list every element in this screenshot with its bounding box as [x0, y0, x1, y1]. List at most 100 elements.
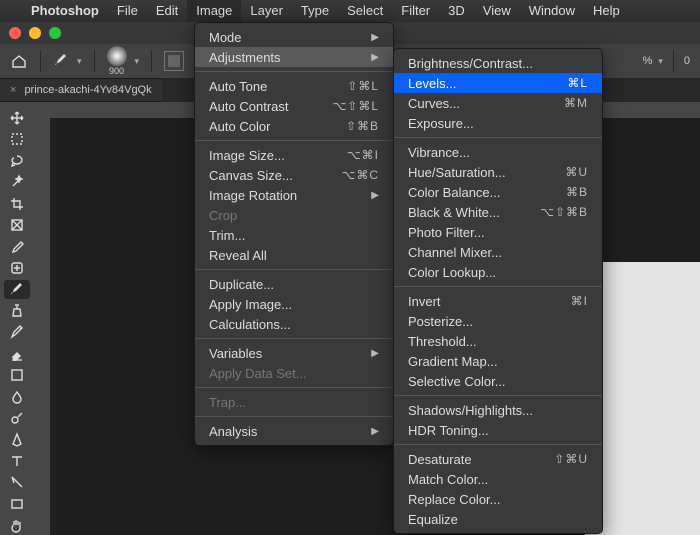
- shortcut-label: ⌘B: [566, 185, 588, 199]
- menu-filter[interactable]: Filter: [392, 0, 439, 22]
- adjust-menu-exposure[interactable]: Exposure...: [394, 113, 602, 133]
- tool-move[interactable]: [4, 108, 30, 127]
- menu-item-label: Levels...: [408, 76, 543, 91]
- menu-help[interactable]: Help: [584, 0, 629, 22]
- menu-item-label: Image Size...: [209, 148, 323, 163]
- tool-rectangle[interactable]: [4, 494, 30, 513]
- tool-dodge[interactable]: [4, 408, 30, 427]
- image-menu-auto-tone[interactable]: Auto Tone⇧⌘L: [195, 76, 393, 96]
- tool-lasso[interactable]: [4, 151, 30, 170]
- menu-window[interactable]: Window: [520, 0, 584, 22]
- tool-gradient[interactable]: [4, 365, 30, 384]
- eyedropper-icon: [9, 238, 25, 254]
- gradient-icon: [9, 367, 25, 383]
- adjust-menu-replace-color[interactable]: Replace Color...: [394, 489, 602, 509]
- menu-layer[interactable]: Layer: [241, 0, 292, 22]
- image-menu-trim[interactable]: Trim...: [195, 225, 393, 245]
- adjust-menu-desaturate[interactable]: Desaturate⇧⌘U: [394, 449, 602, 469]
- pen-icon: [9, 432, 25, 448]
- image-menu-variables[interactable]: Variables▶: [195, 343, 393, 363]
- adjust-menu-hdr-toning[interactable]: HDR Toning...: [394, 420, 602, 440]
- tool-history-brush[interactable]: [4, 323, 30, 342]
- adjust-menu-equalize[interactable]: Equalize: [394, 509, 602, 529]
- history-brush-icon: [9, 324, 25, 340]
- submenu-arrow-icon: ▶: [371, 32, 379, 43]
- tool-blur[interactable]: [4, 387, 30, 406]
- image-menu-auto-contrast[interactable]: Auto Contrast⌥⇧⌘L: [195, 96, 393, 116]
- adjust-menu-selective-color[interactable]: Selective Color...: [394, 371, 602, 391]
- menu-item-label: HDR Toning...: [408, 423, 588, 438]
- brush-picker[interactable]: 900: [107, 46, 127, 76]
- adjust-menu-levels[interactable]: Levels...⌘L: [394, 73, 602, 93]
- image-menu-calculations[interactable]: Calculations...: [195, 314, 393, 334]
- adjust-menu-color-lookup[interactable]: Color Lookup...: [394, 262, 602, 282]
- document-tab[interactable]: × prince-akachi-4Yv84VgQk: [0, 78, 162, 102]
- tool-eyedropper[interactable]: [4, 237, 30, 256]
- tool-preset-button[interactable]: [53, 52, 69, 71]
- adjust-menu-threshold[interactable]: Threshold...: [394, 331, 602, 351]
- maximize-window-button[interactable]: [49, 27, 61, 39]
- home-button[interactable]: [10, 52, 28, 70]
- adjust-menu-vibrance[interactable]: Vibrance...: [394, 142, 602, 162]
- adjust-menu-gradient-map[interactable]: Gradient Map...: [394, 351, 602, 371]
- tool-eraser[interactable]: [4, 344, 30, 363]
- tool-path[interactable]: [4, 473, 30, 492]
- tool-type[interactable]: [4, 451, 30, 470]
- brush-icon: [9, 281, 25, 297]
- adjust-menu-invert[interactable]: Invert⌘I: [394, 291, 602, 311]
- adjust-menu-brightness-contrast[interactable]: Brightness/Contrast...: [394, 53, 602, 73]
- menu-item-label: Hue/Saturation...: [408, 165, 541, 180]
- lasso-icon: [9, 153, 25, 169]
- tool-pen[interactable]: [4, 430, 30, 449]
- tool-marquee[interactable]: [4, 129, 30, 148]
- tool-brush[interactable]: [4, 280, 30, 299]
- menu-view[interactable]: View: [474, 0, 520, 22]
- image-menu-mode[interactable]: Mode▶: [195, 27, 393, 47]
- document-tab-title: prince-akachi-4Yv84VgQk: [24, 84, 151, 96]
- menu-item-label: Auto Color: [209, 119, 322, 134]
- adjust-menu-hue-saturation[interactable]: Hue/Saturation...⌘U: [394, 162, 602, 182]
- menu-item-label: Posterize...: [408, 314, 588, 329]
- image-menu-auto-color[interactable]: Auto Color⇧⌘B: [195, 116, 393, 136]
- image-menu-canvas-size[interactable]: Canvas Size...⌥⌘C: [195, 165, 393, 185]
- menu-file[interactable]: File: [108, 0, 147, 22]
- menu-edit[interactable]: Edit: [147, 0, 187, 22]
- adjust-menu-black-white[interactable]: Black & White...⌥⇧⌘B: [394, 202, 602, 222]
- image-menu-apply-image[interactable]: Apply Image...: [195, 294, 393, 314]
- adjust-menu-match-color[interactable]: Match Color...: [394, 469, 602, 489]
- path-icon: [9, 474, 25, 490]
- minimize-window-button[interactable]: [29, 27, 41, 39]
- tool-crop[interactable]: [4, 194, 30, 213]
- menu-item-label: Calculations...: [209, 317, 379, 332]
- menu-type[interactable]: Type: [292, 0, 338, 22]
- brush-panel-button[interactable]: [164, 51, 184, 71]
- close-window-button[interactable]: [9, 27, 21, 39]
- menu-3d[interactable]: 3D: [439, 0, 474, 22]
- chevron-down-icon: ▾: [77, 56, 82, 67]
- image-menu-reveal-all[interactable]: Reveal All: [195, 245, 393, 265]
- adjust-menu-channel-mixer[interactable]: Channel Mixer...: [394, 242, 602, 262]
- image-menu-duplicate[interactable]: Duplicate...: [195, 274, 393, 294]
- adjust-menu-divider: [394, 286, 602, 287]
- adjust-menu-shadows-highlights[interactable]: Shadows/Highlights...: [394, 400, 602, 420]
- menu-image[interactable]: Image: [187, 0, 241, 22]
- tool-healing[interactable]: [4, 258, 30, 277]
- image-menu-image-size[interactable]: Image Size...⌥⌘I: [195, 145, 393, 165]
- adjust-menu-posterize[interactable]: Posterize...: [394, 311, 602, 331]
- tool-frame[interactable]: [4, 215, 30, 234]
- image-menu-adjustments[interactable]: Adjustments▶: [195, 47, 393, 67]
- menu-select[interactable]: Select: [338, 0, 392, 22]
- tool-hand[interactable]: [4, 516, 30, 535]
- tool-clone[interactable]: [4, 301, 30, 320]
- adjust-menu-photo-filter[interactable]: Photo Filter...: [394, 222, 602, 242]
- image-menu-divider: [195, 416, 393, 417]
- adjust-menu-curves[interactable]: Curves...⌘M: [394, 93, 602, 113]
- menu-item-label: Exposure...: [408, 116, 588, 131]
- tool-magic-wand[interactable]: [4, 172, 30, 191]
- move-icon: [9, 110, 25, 126]
- app-name[interactable]: Photoshop: [22, 0, 108, 22]
- image-menu-image-rotation[interactable]: Image Rotation▶: [195, 185, 393, 205]
- adjust-menu-color-balance[interactable]: Color Balance...⌘B: [394, 182, 602, 202]
- close-tab-icon[interactable]: ×: [10, 84, 16, 96]
- image-menu-analysis[interactable]: Analysis▶: [195, 421, 393, 441]
